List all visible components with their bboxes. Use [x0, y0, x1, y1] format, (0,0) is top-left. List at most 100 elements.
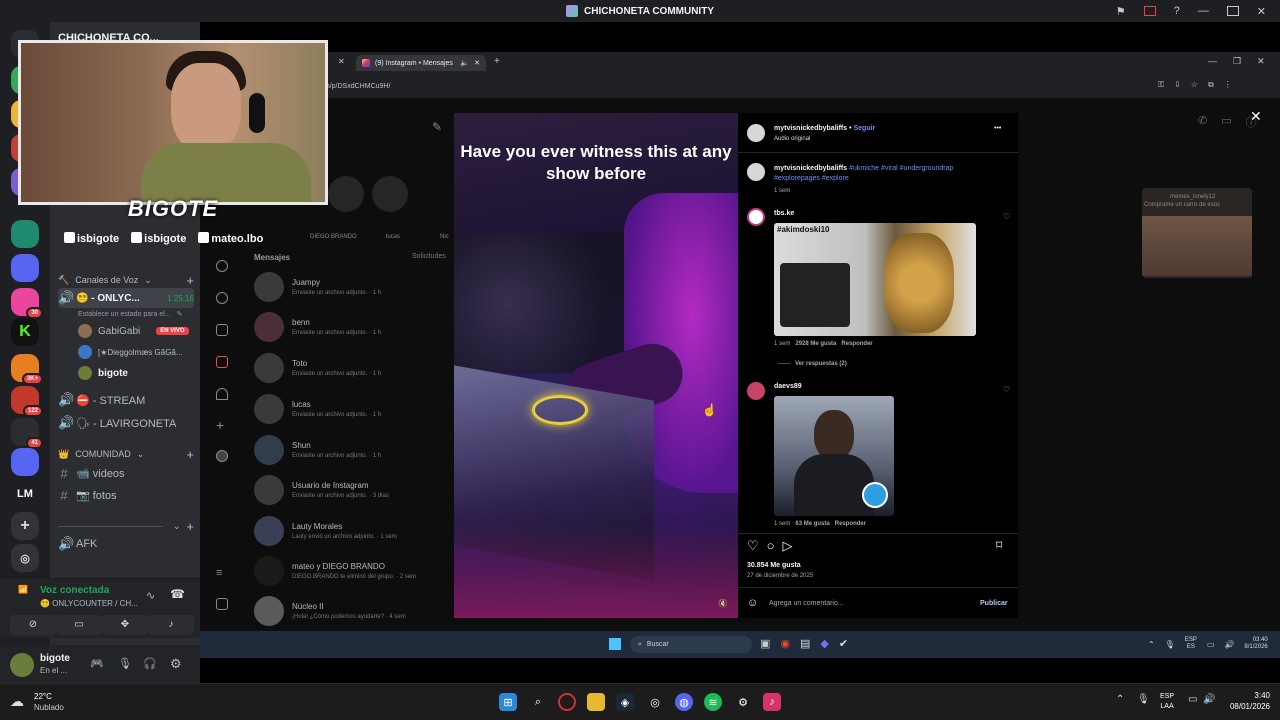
close-tab-icon[interactable]: ✕	[338, 57, 345, 66]
minimize-button[interactable]: —	[1208, 56, 1217, 67]
video-off-button[interactable]: ⊘	[10, 615, 56, 635]
mute-tab-icon[interactable]: 🔈	[460, 59, 469, 67]
chrome-icon[interactable]: ◉	[780, 637, 790, 650]
author-avatar[interactable]	[747, 124, 765, 142]
settings-gear-icon[interactable]: ⚙	[170, 656, 182, 672]
messenger-icon[interactable]	[216, 356, 228, 368]
close-button[interactable]: ✕	[1257, 56, 1265, 67]
more-options-icon[interactable]: •••	[994, 125, 1001, 132]
like-icon[interactable]: ♡	[747, 538, 759, 554]
screen-share-icon[interactable]	[1143, 6, 1156, 16]
category-community[interactable]: 👑 COMUNIDAD ⌄ +	[58, 444, 194, 464]
obs-icon[interactable]: ◎	[646, 693, 664, 711]
network-icon[interactable]: ▭	[1207, 640, 1215, 649]
text-channel-videos[interactable]: # 📹 videos	[58, 463, 194, 483]
dm-thread[interactable]: Lauty Morales Lauty envió un archivo adju…	[254, 515, 444, 547]
chevron-up-icon[interactable]: ⌃	[1116, 694, 1124, 705]
network-icon[interactable]: ▭	[1188, 694, 1197, 705]
emoji-icon[interactable]: ☺	[747, 597, 758, 609]
server-icon[interactable]	[11, 448, 39, 476]
file-explorer-icon[interactable]	[587, 693, 605, 711]
discord-icon[interactable]: ◍	[675, 693, 693, 711]
opera-icon[interactable]	[558, 693, 576, 711]
voice-channel-stream[interactable]: 🔊 ⛔ - STREAM	[58, 390, 194, 410]
publish-button[interactable]: Publicar	[980, 600, 1008, 607]
view-replies[interactable]: —— Ver respuestas (2)	[778, 361, 847, 367]
system-clock[interactable]: 3:40 08/01/2026	[1222, 690, 1270, 712]
close-tab-icon[interactable]: ✕	[474, 59, 480, 67]
dm-thread[interactable]: Núcleo II ¡Hola! ¿Cómo podemos ayudarte? …	[254, 595, 444, 627]
apps-icon[interactable]	[216, 598, 228, 610]
search-icon[interactable]: ⌕	[529, 693, 547, 711]
story-avatar[interactable]	[372, 176, 408, 212]
menu-icon[interactable]: ≡	[216, 568, 228, 580]
streamed-search-box[interactable]: ⌕ Buscar	[630, 636, 752, 653]
minimize-button[interactable]: —	[1198, 5, 1209, 17]
settings-icon[interactable]: ⚙	[734, 693, 752, 711]
reply-button[interactable]: Responder	[835, 521, 866, 527]
create-icon[interactable]: +	[216, 418, 228, 432]
status-prompt[interactable]: Establece un estado para el... ✎	[78, 304, 194, 324]
add-channel-icon[interactable]: +	[186, 519, 194, 534]
profile-icon[interactable]	[216, 450, 228, 462]
maximize-button[interactable]: ❐	[1233, 56, 1241, 67]
avatar[interactable]	[10, 653, 34, 677]
key-icon[interactable]: ⚿	[1158, 80, 1164, 90]
volume-icon[interactable]: 🔊	[1224, 640, 1234, 649]
server-icon[interactable]: 41	[11, 418, 43, 449]
volume-icon[interactable]: 🔊	[1203, 694, 1215, 705]
reel-video[interactable]: Have you ever witness this at any show b…	[454, 113, 738, 618]
reply-button[interactable]: Responder	[841, 341, 872, 347]
language-indicator[interactable]: ESP ES	[1185, 637, 1197, 651]
kick-server-icon[interactable]: K	[11, 318, 39, 346]
voice-user[interactable]: GabiGabi EN VIVO	[78, 322, 189, 340]
voice-channel-name[interactable]: 😵‍💫 ONLYCOUNTER / CH...	[40, 599, 138, 608]
mute-icon[interactable]: 🔇	[718, 599, 728, 608]
dm-thread[interactable]: benn Enviaste un archivo adjunto. · 1 h	[254, 311, 444, 343]
post-author[interactable]: mytvisnickedbybaliffs • Seguir	[774, 125, 875, 132]
comment-likes[interactable]: 63 Me gusta	[795, 521, 829, 527]
new-tab-icon[interactable]: +	[494, 56, 500, 67]
dm-thread[interactable]: Juampy Enviaste un archivo adjunto. · 1 h	[254, 271, 444, 303]
maximize-button[interactable]	[1226, 6, 1239, 16]
heart-icon[interactable]: ♡	[1003, 212, 1013, 222]
help-icon[interactable]: ?	[1174, 5, 1180, 17]
app-icon[interactable]: ◆	[820, 637, 828, 650]
disconnect-icon[interactable]: ☎	[170, 587, 185, 601]
add-channel-icon[interactable]: +	[186, 447, 194, 462]
comment-input[interactable]: Agrega un comentario...	[769, 600, 844, 607]
start-icon[interactable]	[609, 638, 621, 650]
dm-thread[interactable]: mateo y DIEGO BRANDO DIEGO BRANDO te elim…	[254, 555, 444, 587]
commenter-name[interactable]: tbs.ke	[774, 210, 794, 217]
headphones-icon[interactable]: 🎧	[143, 657, 157, 670]
steam-icon[interactable]: ◈	[616, 693, 634, 711]
activities-button[interactable]: ✥	[102, 615, 148, 635]
server-icon[interactable]	[11, 254, 39, 282]
lm-server-icon[interactable]: LM	[11, 480, 39, 508]
voice-user[interactable]: [★Dieggolmæs GãGã...	[78, 343, 183, 361]
inbox-icon[interactable]: ⚑	[1116, 5, 1126, 18]
star-icon[interactable]: ☆	[1191, 80, 1198, 90]
follow-button[interactable]: Seguir	[853, 125, 875, 132]
weather-temp[interactable]: 22°C	[34, 692, 52, 701]
dm-thread[interactable]: Usuario de Instagram Enviaste un archivo …	[254, 474, 444, 506]
chevron-up-icon[interactable]: ⌃	[1148, 640, 1155, 649]
extensions-icon[interactable]: ⧉	[1208, 80, 1214, 90]
task-view-icon[interactable]: ▣	[760, 637, 770, 650]
comment-meme-image[interactable]	[774, 396, 894, 516]
microphone-icon[interactable]: 🎙	[118, 657, 132, 670]
close-button[interactable]: ✕	[1257, 5, 1266, 18]
dm-thread[interactable]: Shun Enviaste un archivo adjunto. · 1 h	[254, 434, 444, 466]
phone-icon[interactable]: ✆	[1198, 114, 1207, 130]
add-server-icon[interactable]: +	[11, 512, 39, 540]
server-icon[interactable]: 122	[11, 386, 43, 417]
add-channel-icon[interactable]: +	[186, 273, 194, 288]
dm-thread[interactable]: Toto Enviaste un archivo adjunto. · 1 h	[254, 352, 444, 384]
server-icon[interactable]: 3K+	[11, 354, 43, 385]
caption-user[interactable]: mytvisnickedbybaliffs	[774, 165, 847, 172]
heart-icon[interactable]	[216, 388, 228, 400]
voice-channel-lavirgoneta[interactable]: 🔊 🗣 - LAVIRGONETA	[58, 413, 194, 433]
install-icon[interactable]: ⇩	[1174, 80, 1181, 90]
menu-icon[interactable]: ⋮	[1224, 80, 1232, 90]
tiktok-studio-icon[interactable]: ♪	[763, 693, 781, 711]
